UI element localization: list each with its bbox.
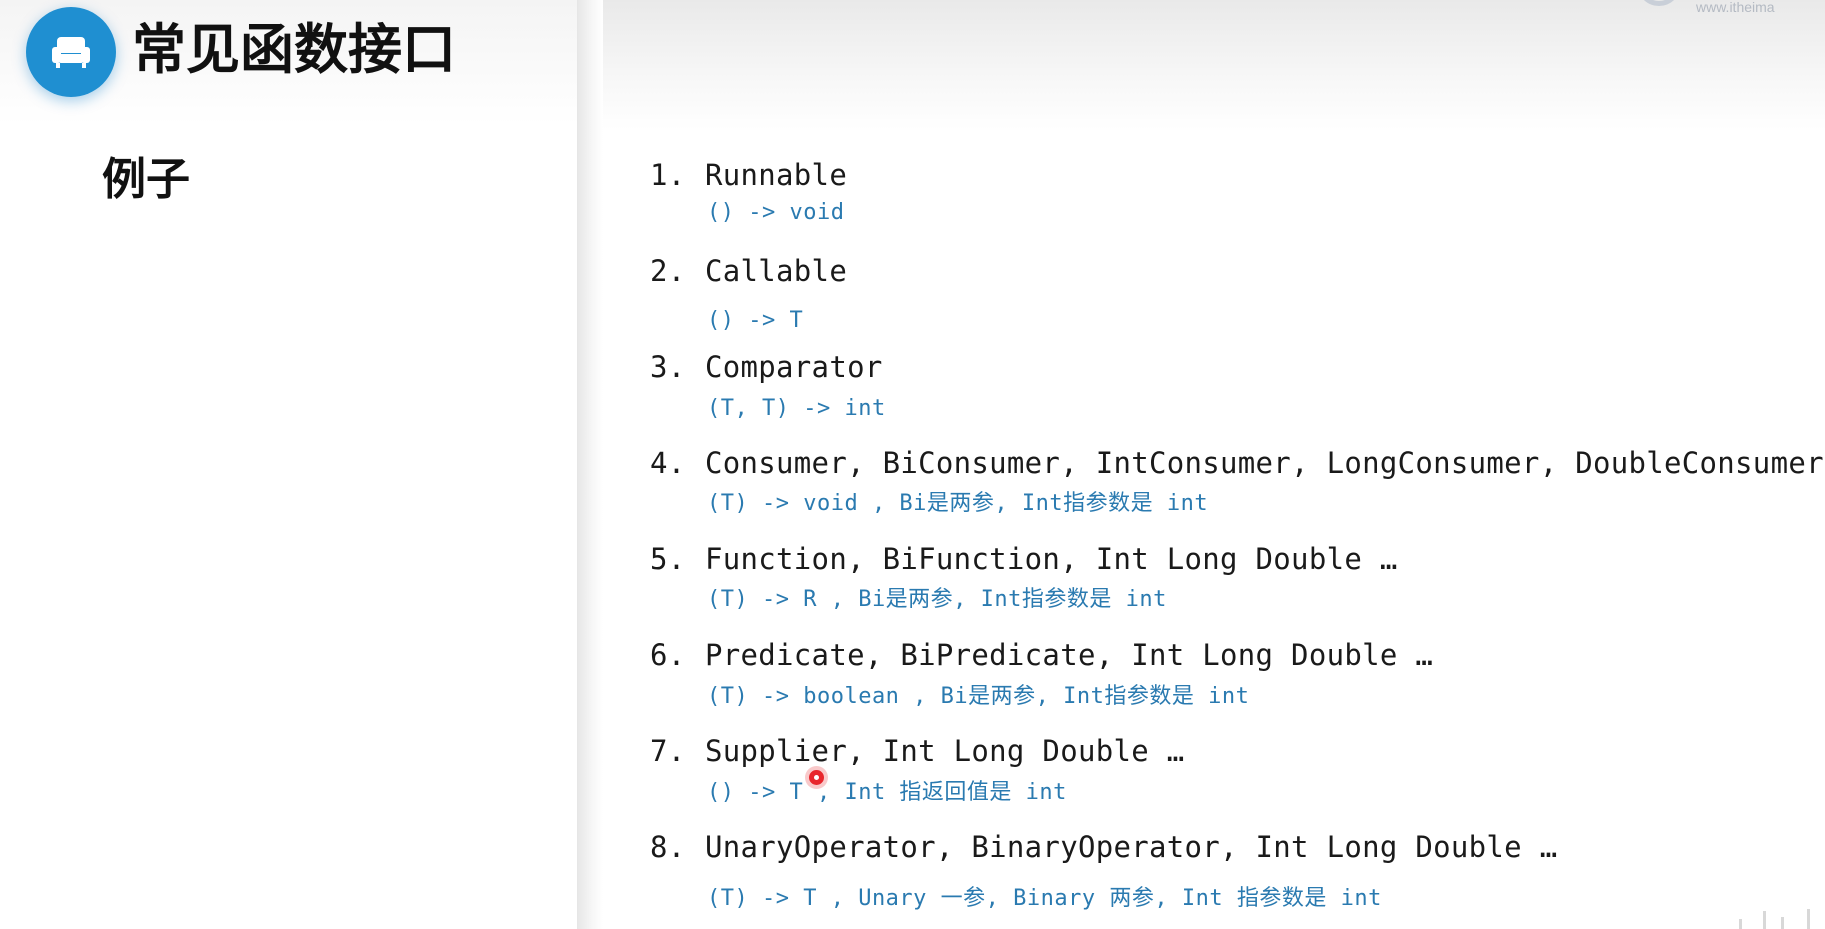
list-item: 6. Predicate, BiPredicate, Int Long Doubl…: [650, 637, 1433, 711]
corner-mark: [1807, 909, 1810, 929]
slide-page: 常见函数接口 例子 www.itheima 1. Runnable () -> v…: [0, 0, 1825, 929]
corner-mark: [1739, 919, 1742, 929]
corner-mark: [1763, 911, 1766, 929]
interface-name: UnaryOperator, BinaryOperator, Int Long …: [705, 830, 1558, 864]
item-number: 2.: [650, 254, 686, 288]
list-item: 3. Comparator (T, T) -> int: [650, 349, 886, 423]
item-title: 4. Consumer, BiConsumer, IntConsumer, Lon…: [650, 445, 1824, 481]
item-signature: () -> T: [707, 308, 804, 333]
list-item: 7. Supplier, Int Long Double … () -> T , …: [650, 733, 1185, 807]
left-panel: [0, 0, 577, 929]
corner-mark: [1781, 917, 1784, 929]
list-item: 5. Function, BiFunction, Int Long Double …: [650, 541, 1398, 614]
item-title: 1. Runnable: [650, 157, 847, 193]
section-label: 例子: [102, 154, 190, 205]
sofa-icon-graphic: [52, 37, 90, 68]
interface-name: Function, BiFunction, Int Long Double …: [705, 542, 1398, 576]
item-title: 5. Function, BiFunction, Int Long Double …: [650, 541, 1398, 577]
item-title: 7. Supplier, Int Long Double …: [650, 733, 1185, 769]
interface-name: Supplier, Int Long Double …: [705, 734, 1185, 768]
item-signature: (T) -> void , Bi是两参, Int指参数是 int: [707, 491, 1209, 516]
item-number: 6.: [650, 638, 686, 672]
interface-name: Comparator: [705, 350, 883, 384]
item-signature: (T) -> R , Bi是两参, Int指参数是 int: [707, 587, 1167, 612]
list-item: 8. UnaryOperator, BinaryOperator, Int Lon…: [650, 829, 1557, 913]
item-number: 7.: [650, 734, 686, 768]
interface-name: Callable: [705, 254, 848, 288]
item-number: 1.: [650, 158, 686, 192]
item-number: 8.: [650, 830, 686, 864]
interface-name: Runnable: [705, 158, 848, 192]
item-signature: (T) -> T , Unary 一参, Binary 两参, Int 指参数是…: [707, 886, 1382, 911]
slide-title: 常见函数接口: [132, 17, 456, 81]
panel-divider: [577, 0, 603, 929]
item-title: 2. Callable: [650, 253, 847, 289]
item-title: 3. Comparator: [650, 349, 886, 385]
interface-name: Consumer, BiConsumer, IntConsumer, LongC…: [705, 446, 1824, 480]
item-signature: (T) -> boolean , Bi是两参, Int指参数是 int: [707, 684, 1250, 709]
item-number: 3.: [650, 350, 686, 384]
sofa-icon: [26, 7, 116, 97]
interface-name: Predicate, BiPredicate, Int Long Double …: [705, 638, 1434, 672]
laser-pointer-icon: [809, 770, 824, 785]
watermark: www.itheima: [1625, 0, 1825, 20]
item-signature: (T, T) -> int: [707, 396, 886, 421]
item-number: 4.: [650, 446, 686, 480]
watermark-logo-icon: [1637, 0, 1681, 6]
corner-decoration: [1729, 905, 1819, 929]
item-signature: () -> T , Int 指返回值是 int: [707, 780, 1067, 805]
list-item: 2. Callable () -> T: [650, 253, 847, 335]
item-title: 6. Predicate, BiPredicate, Int Long Doubl…: [650, 637, 1433, 673]
watermark-text: www.itheima: [1696, 0, 1775, 15]
item-title: 8. UnaryOperator, BinaryOperator, Int Lon…: [650, 829, 1557, 865]
item-signature: () -> void: [707, 200, 845, 225]
item-number: 5.: [650, 542, 686, 576]
list-item: 1. Runnable () -> void: [650, 157, 847, 227]
list-item: 4. Consumer, BiConsumer, IntConsumer, Lon…: [650, 445, 1824, 518]
